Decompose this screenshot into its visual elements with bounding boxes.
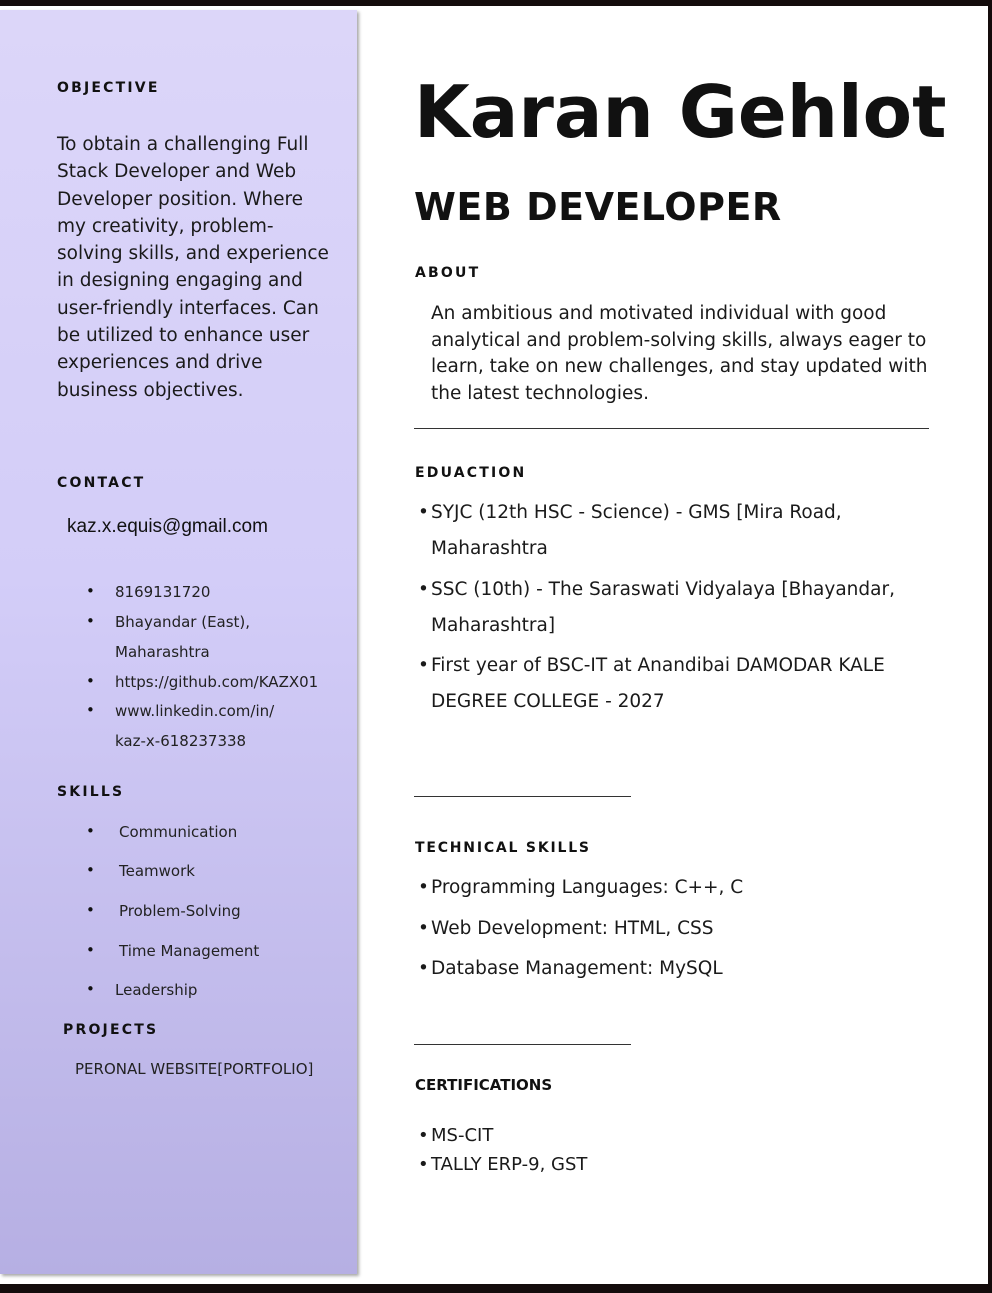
divider: [414, 796, 631, 797]
contact-phone: 8169131720: [115, 583, 211, 601]
education-item-cont: Maharashtra]: [431, 615, 556, 636]
education-item: First year of BSC-IT at Anandibai DAMODA…: [431, 655, 885, 676]
sidebar: OBJECTIVE To obtain a challenging Full S…: [0, 10, 357, 1274]
bullet-icon: •: [86, 701, 95, 719]
skill-item: Teamwork: [119, 862, 195, 880]
education-item-cont: DEGREE COLLEGE - 2027: [431, 691, 665, 712]
objective-text: To obtain a challenging Full Stack Devel…: [57, 134, 329, 401]
project-item: PERONAL WEBSITE[PORTFOLIO]: [75, 1060, 314, 1078]
skill-item: Problem-Solving: [119, 902, 241, 920]
projects-heading: PROJECTS: [63, 1022, 159, 1038]
contact-github[interactable]: https://github.com/KAZX01: [115, 673, 318, 691]
candidate-name: Karan Gehlot: [414, 70, 947, 154]
about-heading: ABOUT: [415, 265, 481, 281]
skill-item: Time Management: [119, 942, 260, 960]
skill-item: Leadership: [115, 981, 198, 999]
certifications-heading: CERTIFICATIONS: [415, 1076, 553, 1094]
bullet-icon: •: [86, 980, 95, 998]
skills-heading: SKILLS: [57, 784, 125, 800]
divider: [414, 1044, 631, 1045]
tech-skill-item: Database Management: MySQL: [431, 958, 723, 979]
education-heading: EDUACTION: [415, 465, 527, 481]
technical-skills-heading: TECHNICAL SKILLS: [415, 840, 591, 856]
bullet-icon: •: [86, 941, 95, 959]
about-text: An ambitious and motivated individual wi…: [431, 303, 928, 404]
contact-heading: CONTACT: [57, 475, 146, 491]
bullet-icon: •: [86, 822, 95, 840]
tech-skill-item: Programming Languages: C++, C: [431, 877, 744, 898]
job-title: WEB DEVELOPER: [414, 185, 782, 229]
contact-email[interactable]: kaz.x.equis@gmail.com: [67, 516, 268, 538]
education-item-cont: Maharashtra: [431, 538, 548, 559]
skill-item: Communication: [119, 823, 238, 841]
bullet-icon: •: [86, 672, 95, 690]
contact-linkedin-line1[interactable]: www.linkedin.com/in/: [115, 702, 274, 720]
tech-skill-item: Web Development: HTML, CSS: [431, 918, 714, 939]
contact-address-line1: Bhayandar (East),: [115, 613, 251, 631]
certification-item: MS-CIT: [431, 1125, 494, 1146]
bullet-icon: •: [86, 901, 95, 919]
bullet-icon: •: [86, 612, 95, 630]
bullet-icon: •: [86, 861, 95, 879]
bullet-icon: •: [86, 582, 95, 600]
objective-heading: OBJECTIVE: [57, 80, 160, 96]
contact-address-line2: Maharashtra: [115, 643, 210, 661]
divider: [414, 428, 929, 429]
education-item: SSC (10th) - The Saraswati Vidyalaya [Bh…: [431, 579, 895, 600]
education-item: SYJC (12th HSC - Science) - GMS [Mira Ro…: [431, 502, 842, 523]
certification-item: TALLY ERP-9, GST: [431, 1154, 588, 1175]
contact-linkedin-line2[interactable]: kaz-x-618237338: [115, 732, 246, 750]
